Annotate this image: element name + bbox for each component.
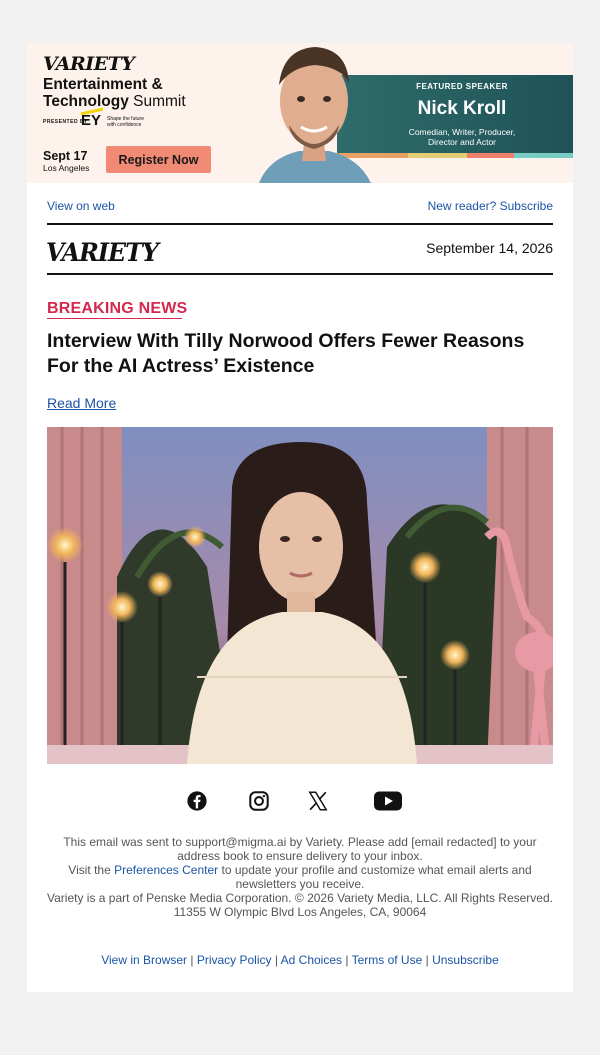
- footer-links: View in Browser | Privacy Policy | Ad Ch…: [47, 953, 553, 967]
- x-icon[interactable]: [306, 790, 330, 812]
- header-bottom-rule: [47, 273, 553, 275]
- featured-speaker-label: FEATURED SPEAKER: [416, 82, 508, 91]
- kicker-underline: [47, 318, 182, 319]
- article-hero-image[interactable]: [47, 427, 553, 764]
- speaker-role: Comedian, Writer, Producer, Director and…: [372, 127, 552, 147]
- footer-preferences-prefix: Visit the: [68, 863, 115, 877]
- banner-title-line1: Entertainment &: [43, 76, 163, 93]
- summit-banner[interactable]: VARIETY Entertainment & Technology Summi…: [27, 43, 573, 183]
- instagram-icon[interactable]: [247, 790, 271, 812]
- speaker-role-line1: Comedian, Writer, Producer,: [408, 127, 516, 137]
- register-now-button[interactable]: Register Now: [106, 146, 211, 173]
- preferences-center-link[interactable]: Preferences Center: [114, 863, 218, 877]
- privacy-policy-link[interactable]: Privacy Policy: [197, 953, 272, 967]
- sponsor-logo: EY: [81, 112, 102, 129]
- footer-copyright: Variety is a part of Penske Media Corpor…: [47, 891, 553, 905]
- footer-separator: |: [342, 953, 352, 967]
- article-headline[interactable]: Interview With Tilly Norwood Offers Fewe…: [47, 329, 553, 379]
- issue-date: September 14, 2026: [426, 240, 553, 256]
- ad-choices-link[interactable]: Ad Choices: [281, 953, 342, 967]
- read-more-link[interactable]: Read More: [47, 395, 116, 411]
- youtube-icon[interactable]: [373, 790, 403, 812]
- footer-address: 11355 W Olympic Blvd Los Angeles, CA, 90…: [173, 905, 427, 919]
- unsubscribe-link[interactable]: Unsubscribe: [432, 953, 499, 967]
- banner-title-line2: Technology Summit: [43, 93, 186, 110]
- email-card: VARIETY Entertainment & Technology Summi…: [27, 43, 573, 992]
- footer-separator: |: [271, 953, 281, 967]
- footer-preferences-suffix: to update your profile and customize wha…: [218, 863, 532, 891]
- speaker-name: Nick Kroll: [417, 98, 507, 119]
- terms-of-use-link[interactable]: Terms of Use: [352, 953, 423, 967]
- footer-text: This email was sent to support@migma.ai …: [47, 835, 553, 919]
- banner-title-light: Summit: [128, 93, 186, 110]
- header-top-rule: [47, 223, 553, 225]
- speaker-photo: [259, 47, 371, 183]
- banner-variety-logo: VARIETY: [43, 53, 135, 75]
- view-in-browser-link[interactable]: View in Browser: [101, 953, 187, 967]
- facebook-icon[interactable]: [185, 790, 209, 812]
- banner-event-date: Sept 17: [43, 149, 88, 163]
- subscribe-link[interactable]: New reader? Subscribe: [428, 199, 553, 213]
- speaker-role-line2: Director and Actor: [427, 137, 497, 147]
- footer-separator: |: [422, 953, 433, 967]
- view-on-web-link[interactable]: View on web: [47, 199, 115, 213]
- footer-preferences: Visit the Preferences Center to update y…: [47, 863, 553, 891]
- banner-event-title: Entertainment & Technology Summit: [43, 76, 186, 110]
- footer-separator: |: [187, 953, 197, 967]
- variety-logo[interactable]: VARIETY: [46, 238, 159, 267]
- sponsor-tagline: Shape the future with confidence: [107, 116, 144, 128]
- breaking-news-label: BREAKING NEWS: [47, 300, 188, 317]
- footer-sent-to: This email was sent to support@migma.ai …: [63, 835, 537, 863]
- banner-event-city: Los Angeles: [43, 163, 90, 173]
- banner-title-bold: Technology: [43, 93, 129, 110]
